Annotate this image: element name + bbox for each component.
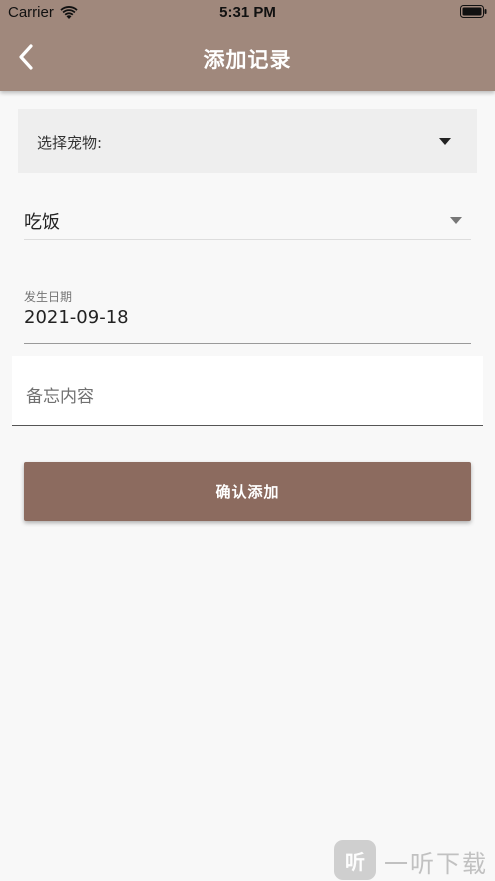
pet-select-label: 选择宠物:	[37, 134, 103, 152]
memo-placeholder: 备忘内容	[26, 387, 94, 407]
date-field-value: 2021-09-18	[24, 307, 129, 328]
dropdown-caret-icon	[439, 138, 451, 145]
watermark-logo-icon: 听	[334, 840, 376, 880]
memo-input[interactable]: 备忘内容	[12, 356, 483, 426]
confirm-add-button[interactable]: 确认添加	[24, 462, 471, 521]
battery-icon	[460, 5, 487, 18]
status-time: 5:31 PM	[219, 4, 276, 21]
watermark: 听 一听下载	[334, 838, 495, 881]
event-type-value: 吃饭	[24, 212, 60, 233]
app-bar: Carrier 5:31 PM 添加记录	[0, 0, 495, 91]
event-type-dropdown[interactable]: 吃饭	[24, 200, 471, 240]
date-field-label: 发生日期	[24, 290, 73, 304]
page-title: 添加记录	[203, 48, 292, 72]
date-field[interactable]: 发生日期 2021-09-18	[24, 288, 471, 344]
pet-select-dropdown[interactable]: 选择宠物:	[18, 109, 477, 173]
status-bar: Carrier 5:31 PM	[0, 0, 495, 26]
watermark-text: 一听下载	[384, 850, 488, 878]
dropdown-caret-icon	[450, 217, 462, 224]
